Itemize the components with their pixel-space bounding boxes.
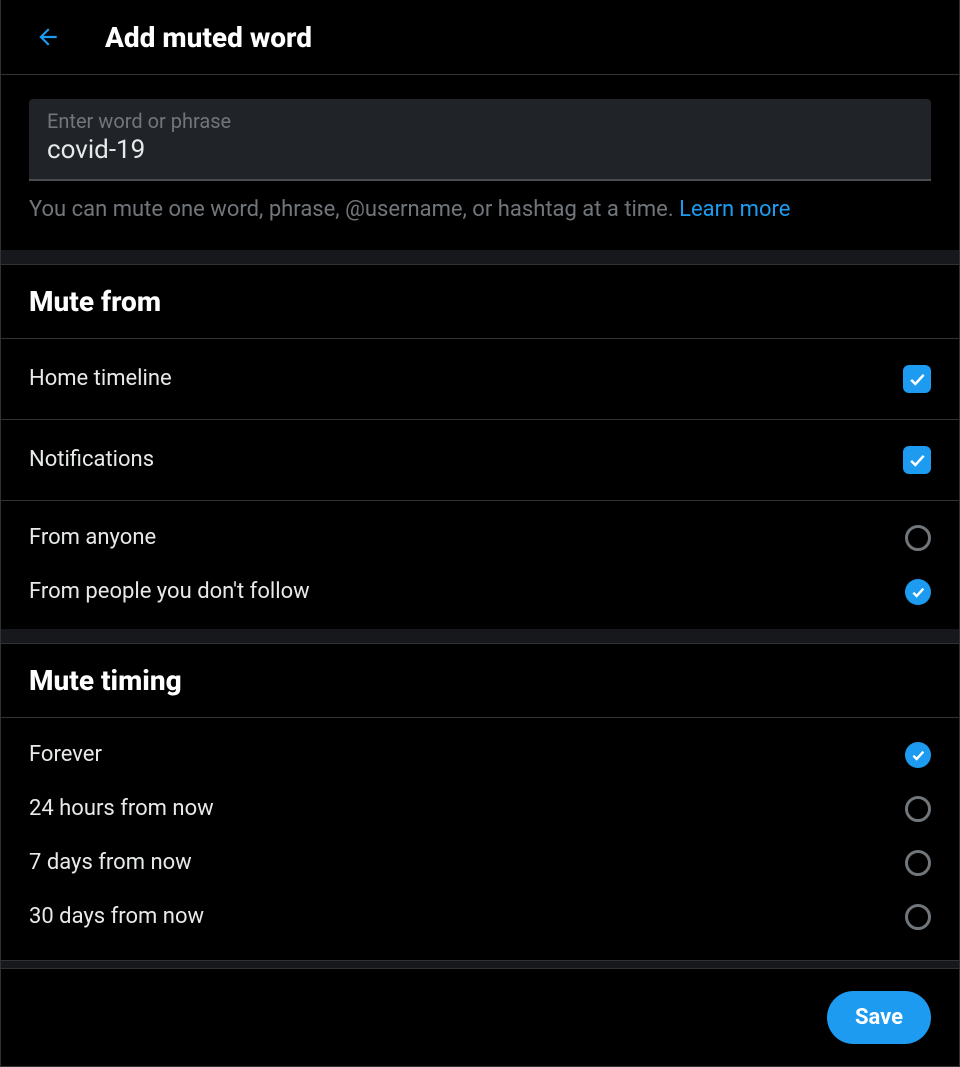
notifications-row[interactable]: Notifications	[1, 419, 959, 500]
24-hours-row[interactable]: 24 hours from now	[1, 782, 959, 836]
save-button[interactable]: Save	[827, 991, 931, 1044]
muted-word-input-container[interactable]: Enter word or phrase	[29, 99, 931, 181]
mute-timing-radio-group: Forever 24 hours from now 7 days from no…	[1, 717, 959, 960]
section-divider	[1, 250, 959, 264]
page-title: Add muted word	[105, 21, 312, 54]
notifications-checkbox[interactable]	[903, 446, 931, 474]
from-anyone-radio[interactable]	[905, 525, 931, 551]
from-non-followed-row[interactable]: From people you don't follow	[1, 565, 959, 619]
from-non-followed-label: From people you don't follow	[29, 579, 310, 604]
30-days-radio[interactable]	[905, 904, 931, 930]
mute-timing-section: Mute timing Forever 24 hours from now 7 …	[1, 643, 959, 960]
back-arrow-icon	[35, 24, 61, 50]
home-timeline-label: Home timeline	[29, 366, 172, 391]
30-days-label: 30 days from now	[29, 904, 204, 929]
check-icon	[907, 369, 927, 389]
forever-radio[interactable]	[905, 742, 931, 768]
notification-scope-radio-group: From anyone From people you don't follow	[1, 500, 959, 629]
check-icon	[910, 584, 926, 600]
7-days-label: 7 days from now	[29, 850, 192, 875]
from-anyone-row[interactable]: From anyone	[1, 511, 959, 565]
24-hours-label: 24 hours from now	[29, 796, 214, 821]
muted-word-input[interactable]	[47, 135, 913, 165]
check-icon	[907, 450, 927, 470]
from-anyone-label: From anyone	[29, 525, 156, 550]
notifications-label: Notifications	[29, 447, 154, 472]
home-timeline-checkbox[interactable]	[903, 365, 931, 393]
home-timeline-row[interactable]: Home timeline	[1, 338, 959, 419]
save-section: Save	[1, 968, 959, 1066]
7-days-row[interactable]: 7 days from now	[1, 836, 959, 890]
learn-more-link[interactable]: Learn more	[679, 197, 790, 222]
from-non-followed-radio[interactable]	[905, 579, 931, 605]
help-text: You can mute one word, phrase, @username…	[29, 195, 931, 226]
mute-timing-heading: Mute timing	[1, 644, 959, 717]
mute-from-heading: Mute from	[1, 265, 959, 338]
mute-from-section: Mute from Home timeline Notifications Fr…	[1, 264, 959, 629]
help-text-content: You can mute one word, phrase, @username…	[29, 197, 679, 222]
input-section: Enter word or phrase You can mute one wo…	[1, 75, 959, 250]
24-hours-radio[interactable]	[905, 796, 931, 822]
forever-label: Forever	[29, 742, 102, 767]
header: Add muted word	[1, 0, 959, 74]
back-button[interactable]	[29, 18, 67, 56]
forever-row[interactable]: Forever	[1, 728, 959, 782]
section-divider	[1, 960, 959, 968]
check-icon	[910, 747, 926, 763]
input-label: Enter word or phrase	[47, 109, 913, 133]
section-divider	[1, 629, 959, 643]
7-days-radio[interactable]	[905, 850, 931, 876]
30-days-row[interactable]: 30 days from now	[1, 890, 959, 944]
